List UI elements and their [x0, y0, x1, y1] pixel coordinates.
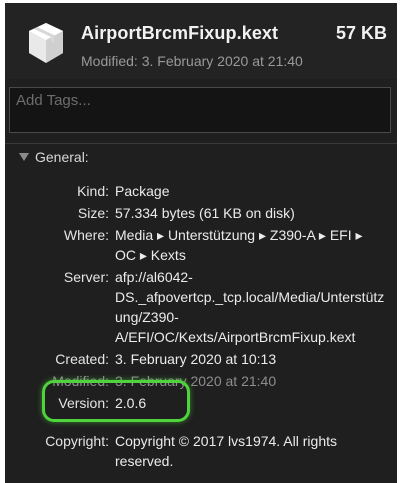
info-header: AirportBrcmFixup.kext 57 KB Modified: 3.…: [5, 3, 397, 79]
modified-value: 3. February 2020 at 21:40: [115, 373, 277, 389]
info-row-created: Created: 3. February 2020 at 10:13: [5, 349, 397, 369]
kind-value: Package: [115, 183, 170, 199]
info-row-server: Server: afp://al6042-DS._afpovertcp._tcp…: [5, 267, 397, 347]
header-modified-label: Modified:: [81, 53, 138, 69]
info-row-copyright: Copyright: Copyright © 2017 lvs1974. All…: [5, 431, 397, 471]
file-name: AirportBrcmFixup.kext: [81, 23, 279, 43]
info-row-where: Where: Media ▸ Unterstützung ▸ Z390-A ▸ …: [5, 225, 397, 265]
info-row-size: Size: 57.334 bytes (61 KB on disk): [5, 203, 397, 223]
modified-label: Modified:: [52, 373, 109, 389]
section-divider: [5, 143, 397, 144]
package-icon: [29, 23, 63, 63]
tags-field[interactable]: [9, 87, 391, 133]
header-modified: Modified: 3. February 2020 at 21:40: [81, 53, 303, 69]
size-label: Size:: [77, 205, 109, 221]
disclosure-triangle-icon[interactable]: [19, 153, 29, 161]
version-value: 2.0.6: [115, 395, 147, 411]
where-value: Media ▸ Unterstützung ▸ Z390-A ▸ EFI ▸ O…: [115, 227, 363, 263]
server-label: Server:: [63, 269, 109, 285]
server-value: afp://al6042-DS._afpovertcp._tcp.local/M…: [115, 269, 385, 345]
general-section-toggle[interactable]: General:: [19, 149, 89, 165]
created-value: 3. February 2020 at 10:13: [115, 351, 277, 367]
kind-label: Kind:: [77, 183, 109, 199]
file-size: 57 KB: [335, 23, 387, 43]
version-label: Version:: [58, 395, 109, 411]
info-row-modified: Modified: 3. February 2020 at 21:40: [5, 371, 397, 391]
where-label: Where:: [63, 227, 109, 243]
get-info-window: AirportBrcmFixup.kext 57 KB Modified: 3.…: [5, 3, 397, 483]
copyright-value: Copyright © 2017 lvs1974. All rights res…: [115, 433, 337, 469]
created-label: Created:: [55, 351, 109, 367]
general-info-list: Kind: Package Size: 57.334 bytes (61 KB …: [5, 181, 397, 473]
general-section-title: General:: [35, 149, 89, 165]
copyright-label: Copyright:: [45, 433, 109, 449]
info-row-version: Version: 2.0.6: [5, 393, 397, 413]
tags-input[interactable]: [16, 92, 376, 109]
header-modified-value: 3. February 2020 at 21:40: [141, 53, 303, 69]
size-value: 57.334 bytes (61 KB on disk): [115, 205, 295, 221]
info-row-kind: Kind: Package: [5, 181, 397, 201]
